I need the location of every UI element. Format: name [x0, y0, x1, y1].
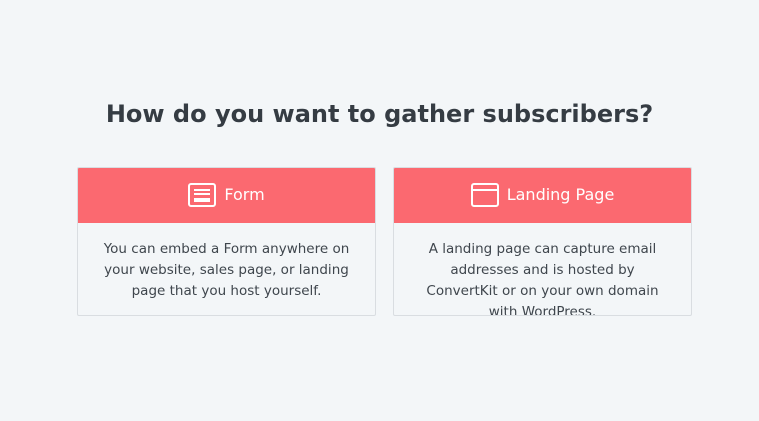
- browser-window-icon: [470, 183, 499, 207]
- form-option-description: You can embed a Form anywhere on your we…: [103, 241, 350, 299]
- form-option-card[interactable]: Form You can embed a Form anywhere on yo…: [77, 167, 376, 316]
- page-title: How do you want to gather subscribers?: [105, 100, 654, 128]
- landing-page-option-header[interactable]: Landing Page: [394, 168, 691, 223]
- landing-page-option-card[interactable]: Landing Page A landing page can capture …: [393, 167, 692, 316]
- form-option-header[interactable]: Form: [78, 168, 375, 223]
- form-icon: [188, 183, 217, 207]
- landing-page-option-description: A landing page can capture email address…: [426, 241, 659, 316]
- landing-page-option-label: Landing Page: [506, 185, 615, 204]
- form-option-label: Form: [224, 185, 265, 204]
